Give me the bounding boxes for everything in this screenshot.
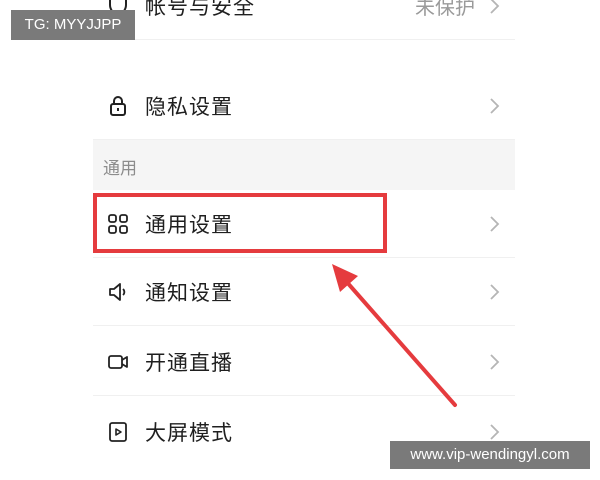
annotation-arrow-icon xyxy=(332,264,457,407)
tg-badge: TG: MYYJJPP xyxy=(11,10,135,40)
site-badge: www.vip-wendingyl.com xyxy=(390,441,590,469)
